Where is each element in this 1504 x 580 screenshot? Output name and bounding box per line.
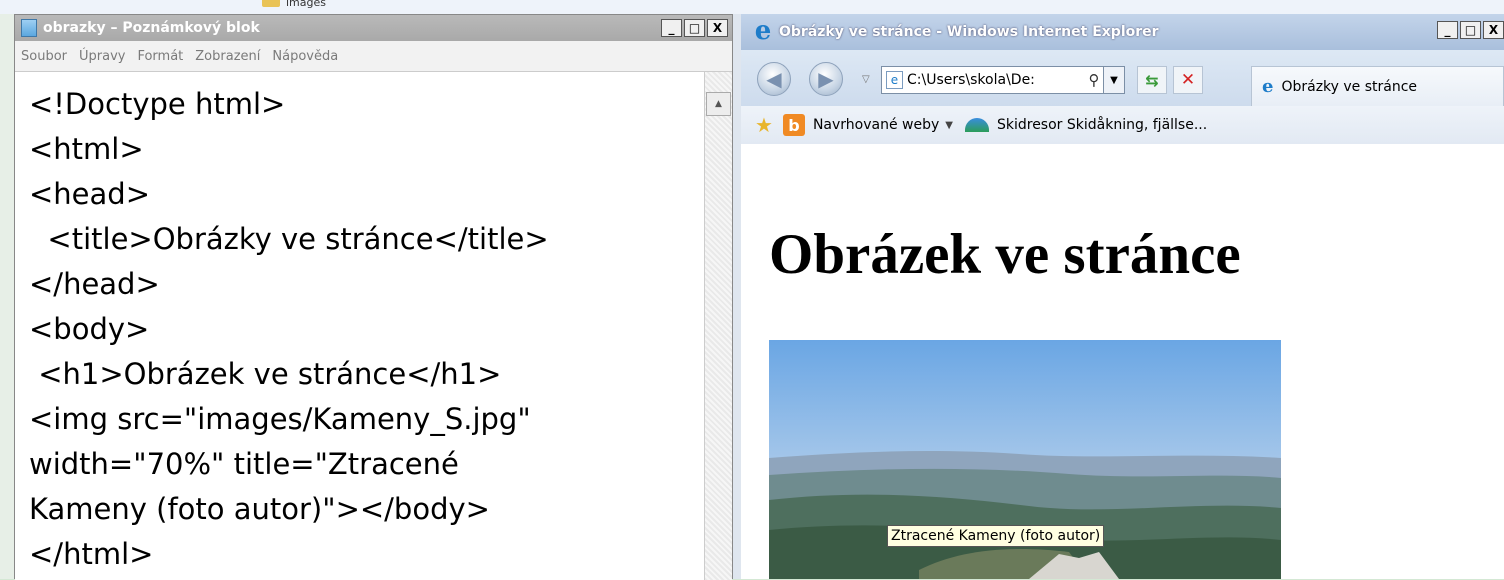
browser-titlebar[interactable]: e Obrázky ve stránce - Windows Internet …	[741, 14, 1504, 50]
folder-icon	[262, 0, 280, 7]
minimize-button[interactable]: _	[1437, 21, 1458, 39]
close-button[interactable]: X	[707, 19, 728, 37]
notepad-text-area[interactable]: <!Doctype html> <html> <head> <title>Obr…	[15, 72, 705, 580]
back-button[interactable]: ◀	[757, 62, 791, 96]
menu-format[interactable]: Formát	[137, 49, 183, 64]
bing-icon: b	[782, 114, 805, 136]
address-bar[interactable]: e C:\Users\skola\De: ⚲ ▼	[881, 66, 1125, 94]
forward-arrow-icon: ▶	[818, 67, 834, 91]
browser-navbar: ◀ ▶ ▽ e C:\Users\skola\De: ⚲ ▼ ⇆ ✕ e Obr…	[741, 50, 1504, 106]
notepad-icon	[21, 19, 37, 37]
menu-napoveda[interactable]: Nápověda	[272, 49, 338, 64]
minimize-button[interactable]: _	[661, 19, 682, 37]
favorite-skidresor[interactable]: Skidresor Skidåkning, fjällse...	[997, 117, 1207, 133]
maximize-button[interactable]: □	[684, 19, 705, 37]
tab-label: Obrázky ve stránce	[1281, 78, 1418, 95]
favorites-bar: ★ b Navrhované weby ▼ Skidresor Skidåkni…	[741, 106, 1504, 145]
notepad-window: obrazky – Poznámkový blok _ □ X Soubor Ú…	[14, 14, 733, 580]
page-content: Obrázek ve stránce Ztracené Kameny (foto…	[741, 144, 1504, 579]
favorites-star-icon[interactable]: ★	[755, 113, 773, 137]
address-dropdown-icon[interactable]: ▼	[1103, 67, 1124, 93]
menu-upravy[interactable]: Úpravy	[79, 49, 125, 64]
scroll-up-icon[interactable]: ▲	[706, 92, 731, 116]
browser-window-buttons: _ □ X	[1437, 21, 1504, 39]
page-heading: Obrázek ve stránce	[769, 223, 1241, 286]
notepad-menubar: Soubor Úpravy Formát Zobrazení Nápověda	[15, 41, 732, 72]
address-input[interactable]: C:\Users\skola\De:	[907, 72, 1085, 88]
favorite-navrhovane-weby[interactable]: Navrhované weby	[813, 117, 939, 133]
menu-zobrazeni[interactable]: Zobrazení	[195, 49, 260, 64]
browser-window: e Obrázky ve stránce - Windows Internet …	[741, 14, 1504, 579]
background-explorer-strip: images	[0, 0, 1504, 15]
close-button[interactable]: X	[1483, 21, 1504, 39]
menu-soubor[interactable]: Soubor	[21, 49, 67, 64]
stop-button[interactable]: ✕	[1173, 66, 1203, 94]
notepad-scrollbar[interactable]: ▲	[704, 72, 732, 580]
ie-tab-icon: e	[1262, 76, 1274, 97]
notepad-content[interactable]: <!Doctype html> <html> <head> <title>Obr…	[15, 72, 705, 577]
browser-title: Obrázky ve stránce - Windows Internet Ex…	[779, 24, 1159, 40]
notepad-titlebar[interactable]: obrazky – Poznámkový blok _ □ X	[15, 15, 732, 41]
back-arrow-icon: ◀	[766, 67, 782, 91]
tab-obrazky[interactable]: e Obrázky ve stránce	[1251, 66, 1504, 106]
ie-logo-icon: e	[754, 16, 772, 46]
desktop-gap	[733, 14, 741, 579]
forward-button[interactable]: ▶	[809, 62, 843, 96]
search-icon[interactable]: ⚲	[1085, 71, 1103, 89]
notepad-title: obrazky – Poznámkový blok	[43, 20, 260, 36]
notepad-window-buttons: _ □ X	[661, 19, 728, 37]
maximize-button[interactable]: □	[1460, 21, 1481, 39]
history-dropdown-icon[interactable]: ▽	[862, 74, 870, 85]
image-tooltip: Ztracené Kameny (foto autor)	[887, 525, 1105, 547]
desktop-edge	[0, 14, 14, 579]
refresh-button[interactable]: ⇆	[1137, 66, 1167, 94]
background-item-label: images	[286, 0, 326, 9]
chevron-down-icon[interactable]: ▼	[945, 120, 953, 131]
page-icon: e	[886, 71, 903, 89]
skidresor-icon	[964, 118, 989, 132]
